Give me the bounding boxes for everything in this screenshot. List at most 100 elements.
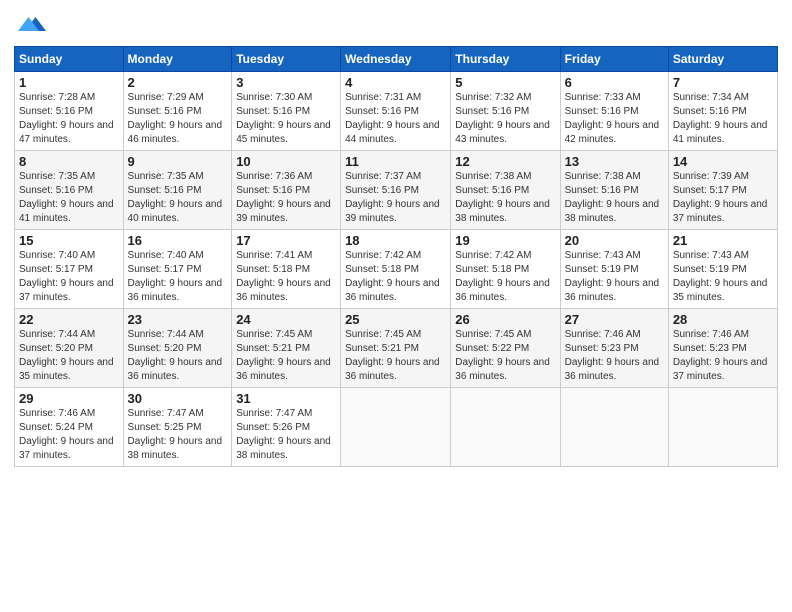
col-header-monday: Monday <box>123 47 232 72</box>
day-cell: 2Sunrise: 7:29 AMSunset: 5:16 PMDaylight… <box>123 72 232 151</box>
col-header-thursday: Thursday <box>451 47 560 72</box>
day-info: Sunrise: 7:37 AMSunset: 5:16 PMDaylight:… <box>345 171 440 224</box>
day-cell: 20 Sunrise: 7:43 AMSunset: 5:19 PMDayligh… <box>560 230 668 309</box>
day-cell: 6Sunrise: 7:33 AMSunset: 5:16 PMDaylight… <box>560 72 668 151</box>
day-info: Sunrise: 7:33 AMSunset: 5:16 PMDaylight:… <box>565 92 660 145</box>
day-number: 5 <box>455 75 555 90</box>
day-number: 25 <box>345 312 446 327</box>
day-info: Sunrise: 7:30 AMSunset: 5:16 PMDaylight:… <box>236 92 331 145</box>
day-number: 26 <box>455 312 555 327</box>
day-cell: 27 Sunrise: 7:46 AMSunset: 5:23 PMDayligh… <box>560 309 668 388</box>
day-cell: 22 Sunrise: 7:44 AMSunset: 5:20 PMDayligh… <box>15 309 124 388</box>
day-number: 28 <box>673 312 773 327</box>
day-number: 7 <box>673 75 773 90</box>
day-cell: 12Sunrise: 7:38 AMSunset: 5:16 PMDayligh… <box>451 151 560 230</box>
day-number: 4 <box>345 75 446 90</box>
day-number: 22 <box>19 312 119 327</box>
day-number: 14 <box>673 154 773 169</box>
day-number: 9 <box>128 154 228 169</box>
day-info: Sunrise: 7:32 AMSunset: 5:16 PMDaylight:… <box>455 92 550 145</box>
day-number: 29 <box>19 391 119 406</box>
day-cell: 1 Sunrise: 7:28 AMSunset: 5:16 PMDaylight… <box>15 72 124 151</box>
day-info: Sunrise: 7:47 AMSunset: 5:25 PMDaylight:… <box>128 408 223 461</box>
day-info: Sunrise: 7:44 AMSunset: 5:20 PMDaylight:… <box>19 329 114 382</box>
col-header-tuesday: Tuesday <box>232 47 341 72</box>
day-cell: 29Sunrise: 7:46 AMSunset: 5:24 PMDayligh… <box>15 388 124 467</box>
day-info: Sunrise: 7:28 AMSunset: 5:16 PMDaylight:… <box>19 92 114 145</box>
day-cell: 21 Sunrise: 7:43 AMSunset: 5:19 PMDayligh… <box>668 230 777 309</box>
day-info: Sunrise: 7:42 AMSunset: 5:18 PMDaylight:… <box>455 250 550 303</box>
day-info: Sunrise: 7:45 AMSunset: 5:21 PMDaylight:… <box>345 329 440 382</box>
main-container: SundayMondayTuesdayWednesdayThursdayFrid… <box>0 0 792 477</box>
day-info: Sunrise: 7:47 AMSunset: 5:26 PMDaylight:… <box>236 408 331 461</box>
day-info: Sunrise: 7:46 AMSunset: 5:23 PMDaylight:… <box>565 329 660 382</box>
empty-cell <box>341 388 451 467</box>
day-info: Sunrise: 7:29 AMSunset: 5:16 PMDaylight:… <box>128 92 223 145</box>
week-row-4: 29Sunrise: 7:46 AMSunset: 5:24 PMDayligh… <box>15 388 778 467</box>
day-number: 8 <box>19 154 119 169</box>
day-number: 1 <box>19 75 119 90</box>
day-info: Sunrise: 7:45 AMSunset: 5:22 PMDaylight:… <box>455 329 550 382</box>
day-cell: 25 Sunrise: 7:45 AMSunset: 5:21 PMDayligh… <box>341 309 451 388</box>
day-number: 20 <box>565 233 664 248</box>
day-info: Sunrise: 7:40 AMSunset: 5:17 PMDaylight:… <box>128 250 223 303</box>
day-number: 12 <box>455 154 555 169</box>
empty-cell <box>451 388 560 467</box>
day-number: 10 <box>236 154 336 169</box>
day-cell: 3 Sunrise: 7:30 AMSunset: 5:16 PMDaylight… <box>232 72 341 151</box>
day-cell: 4 Sunrise: 7:31 AMSunset: 5:16 PMDaylight… <box>341 72 451 151</box>
day-number: 3 <box>236 75 336 90</box>
empty-cell <box>668 388 777 467</box>
day-number: 23 <box>128 312 228 327</box>
day-cell: 13Sunrise: 7:38 AMSunset: 5:16 PMDayligh… <box>560 151 668 230</box>
week-row-3: 22 Sunrise: 7:44 AMSunset: 5:20 PMDayligh… <box>15 309 778 388</box>
day-cell: 5 Sunrise: 7:32 AMSunset: 5:16 PMDaylight… <box>451 72 560 151</box>
day-number: 16 <box>128 233 228 248</box>
day-cell: 7 Sunrise: 7:34 AMSunset: 5:16 PMDaylight… <box>668 72 777 151</box>
day-info: Sunrise: 7:40 AMSunset: 5:17 PMDaylight:… <box>19 250 114 303</box>
col-header-saturday: Saturday <box>668 47 777 72</box>
week-row-2: 15Sunrise: 7:40 AMSunset: 5:17 PMDayligh… <box>15 230 778 309</box>
day-cell: 15Sunrise: 7:40 AMSunset: 5:17 PMDayligh… <box>15 230 124 309</box>
day-cell: 14 Sunrise: 7:39 AMSunset: 5:17 PMDayligh… <box>668 151 777 230</box>
day-cell: 26 Sunrise: 7:45 AMSunset: 5:22 PMDayligh… <box>451 309 560 388</box>
day-cell: 24 Sunrise: 7:45 AMSunset: 5:21 PMDayligh… <box>232 309 341 388</box>
empty-cell <box>560 388 668 467</box>
day-number: 18 <box>345 233 446 248</box>
week-row-1: 8 Sunrise: 7:35 AMSunset: 5:16 PMDaylight… <box>15 151 778 230</box>
day-cell: 31Sunrise: 7:47 AMSunset: 5:26 PMDayligh… <box>232 388 341 467</box>
day-info: Sunrise: 7:36 AMSunset: 5:16 PMDaylight:… <box>236 171 331 224</box>
day-number: 24 <box>236 312 336 327</box>
day-number: 21 <box>673 233 773 248</box>
day-info: Sunrise: 7:38 AMSunset: 5:16 PMDaylight:… <box>565 171 660 224</box>
day-cell: 9 Sunrise: 7:35 AMSunset: 5:16 PMDaylight… <box>123 151 232 230</box>
day-info: Sunrise: 7:34 AMSunset: 5:16 PMDaylight:… <box>673 92 768 145</box>
day-info: Sunrise: 7:41 AMSunset: 5:18 PMDaylight:… <box>236 250 331 303</box>
day-info: Sunrise: 7:43 AMSunset: 5:19 PMDaylight:… <box>673 250 768 303</box>
day-cell: 17 Sunrise: 7:41 AMSunset: 5:18 PMDayligh… <box>232 230 341 309</box>
day-info: Sunrise: 7:43 AMSunset: 5:19 PMDaylight:… <box>565 250 660 303</box>
day-info: Sunrise: 7:39 AMSunset: 5:17 PMDaylight:… <box>673 171 768 224</box>
day-cell: 16 Sunrise: 7:40 AMSunset: 5:17 PMDayligh… <box>123 230 232 309</box>
day-number: 30 <box>128 391 228 406</box>
day-info: Sunrise: 7:31 AMSunset: 5:16 PMDaylight:… <box>345 92 440 145</box>
logo-icon <box>18 10 46 38</box>
day-info: Sunrise: 7:45 AMSunset: 5:21 PMDaylight:… <box>236 329 331 382</box>
day-cell: 8Sunrise: 7:35 AMSunset: 5:16 PMDaylight… <box>15 151 124 230</box>
day-cell: 19 Sunrise: 7:42 AMSunset: 5:18 PMDayligh… <box>451 230 560 309</box>
header-row: SundayMondayTuesdayWednesdayThursdayFrid… <box>15 47 778 72</box>
day-number: 17 <box>236 233 336 248</box>
col-header-friday: Friday <box>560 47 668 72</box>
day-number: 19 <box>455 233 555 248</box>
day-number: 27 <box>565 312 664 327</box>
day-info: Sunrise: 7:46 AMSunset: 5:23 PMDaylight:… <box>673 329 768 382</box>
calendar-table: SundayMondayTuesdayWednesdayThursdayFrid… <box>14 46 778 467</box>
day-number: 11 <box>345 154 446 169</box>
col-header-sunday: Sunday <box>15 47 124 72</box>
day-cell: 23Sunrise: 7:44 AMSunset: 5:20 PMDayligh… <box>123 309 232 388</box>
day-info: Sunrise: 7:35 AMSunset: 5:16 PMDaylight:… <box>128 171 223 224</box>
header <box>14 10 778 38</box>
day-cell: 10 Sunrise: 7:36 AMSunset: 5:16 PMDayligh… <box>232 151 341 230</box>
day-cell: 18Sunrise: 7:42 AMSunset: 5:18 PMDayligh… <box>341 230 451 309</box>
logo <box>14 10 46 38</box>
